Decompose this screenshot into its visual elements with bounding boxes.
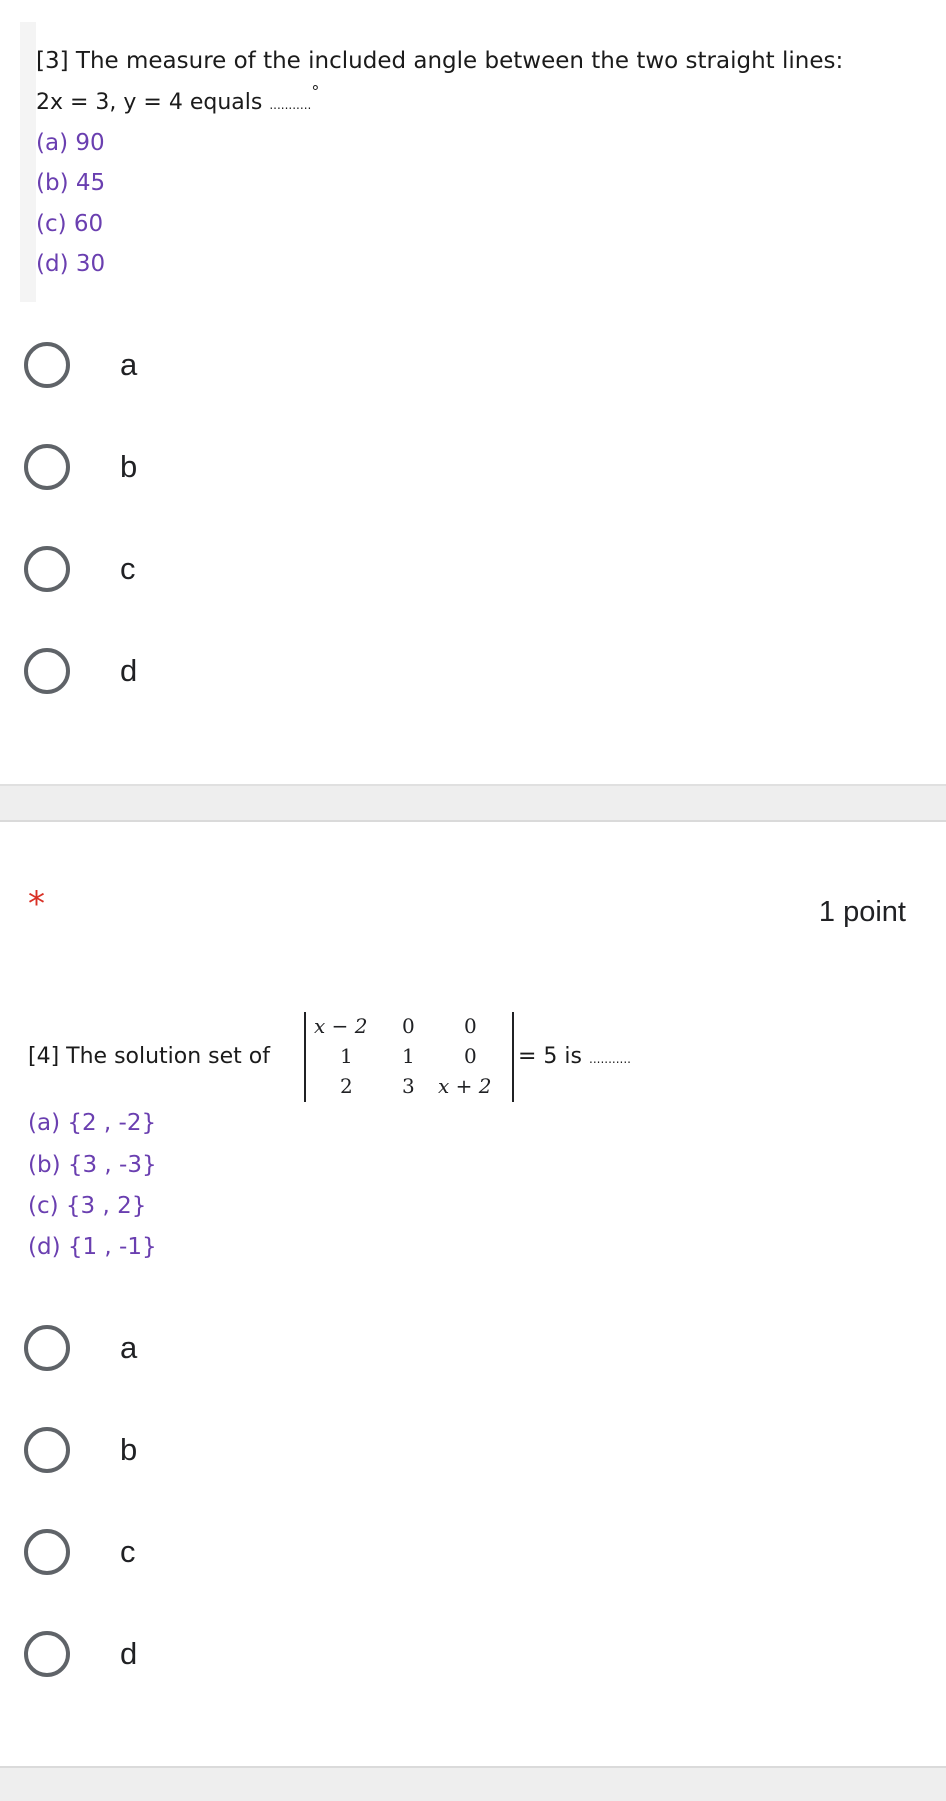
matrix-cell: 0 bbox=[464, 1044, 477, 1068]
q4-choice-a[interactable]: a bbox=[20, 1318, 900, 1378]
radio-button[interactable] bbox=[24, 1325, 70, 1371]
matrix-cell: x − 2 bbox=[314, 1014, 368, 1038]
section-divider bbox=[0, 784, 946, 822]
choice-label: c bbox=[120, 1534, 136, 1569]
q4-option-b: (b) {3 , -3} bbox=[28, 1152, 157, 1178]
q3-option-c: (c) 60 bbox=[36, 211, 104, 237]
q4-choice-d[interactable]: d bbox=[20, 1624, 900, 1684]
matrix-cell: 0 bbox=[464, 1014, 477, 1038]
choice-label: b bbox=[120, 449, 138, 484]
radio-button[interactable] bbox=[24, 1529, 70, 1575]
radio-button[interactable] bbox=[24, 546, 70, 592]
q4-choice-b[interactable]: b bbox=[20, 1420, 900, 1480]
q4-text-prefix: [4] The solution set of bbox=[28, 1044, 270, 1069]
choice-label: a bbox=[120, 347, 138, 382]
q3-blank: ........... bbox=[269, 98, 312, 112]
q4-option-a: (a) {2 , -2} bbox=[28, 1110, 157, 1136]
points-label: 1 point bbox=[818, 896, 906, 928]
matrix-cell: 1 bbox=[340, 1044, 353, 1068]
q3-option-d: (d) 30 bbox=[36, 251, 106, 277]
q4-text-suffix: = 5 is ........... bbox=[518, 1044, 631, 1069]
matrix-cell: 3 bbox=[402, 1074, 415, 1098]
radio-button[interactable] bbox=[24, 342, 70, 388]
required-asterisk: * bbox=[28, 884, 45, 924]
q4-option-c: (c) {3 , 2} bbox=[28, 1193, 147, 1219]
q3-choice-a[interactable]: a bbox=[20, 335, 900, 395]
q3-option-b: (b) 45 bbox=[36, 170, 106, 196]
image-edge-shade bbox=[20, 22, 36, 302]
matrix-cell: x + 2 bbox=[438, 1074, 492, 1098]
radio-button[interactable] bbox=[24, 1631, 70, 1677]
choice-label: d bbox=[120, 1636, 138, 1671]
radio-button[interactable] bbox=[24, 444, 70, 490]
choice-label: b bbox=[120, 1432, 138, 1467]
determinant-matrix: x − 2 0 0 1 1 0 2 3 x + 2 bbox=[304, 1012, 514, 1102]
q3-text-line2: 2x = 3, y = 4 equals ...........° bbox=[36, 82, 319, 115]
q3-option-a: (a) 90 bbox=[36, 130, 105, 156]
q3-choice-d[interactable]: d bbox=[20, 641, 900, 701]
radio-button[interactable] bbox=[24, 648, 70, 694]
radio-button[interactable] bbox=[24, 1427, 70, 1473]
degree-mark: ° bbox=[311, 82, 320, 101]
q3-choice-c[interactable]: c bbox=[20, 539, 900, 599]
q3-text-line1: [3] The measure of the included angle be… bbox=[36, 48, 844, 74]
matrix-cell: 2 bbox=[340, 1074, 353, 1098]
q4-choice-c[interactable]: c bbox=[20, 1522, 900, 1582]
section-divider-bottom bbox=[0, 1766, 946, 1801]
choice-label: d bbox=[120, 653, 138, 688]
q3-choice-b[interactable]: b bbox=[20, 437, 900, 497]
matrix-cell: 0 bbox=[402, 1014, 415, 1038]
q4-option-d: (d) {1 , -1} bbox=[28, 1234, 157, 1260]
q4-equals-five: = 5 is bbox=[518, 1044, 582, 1069]
q4-blank: ........... bbox=[589, 1052, 631, 1066]
choice-label: a bbox=[120, 1330, 138, 1365]
q3-equation: 2x = 3, y = 4 equals bbox=[36, 90, 263, 115]
choice-label: c bbox=[120, 551, 136, 586]
matrix-cell: 1 bbox=[402, 1044, 415, 1068]
